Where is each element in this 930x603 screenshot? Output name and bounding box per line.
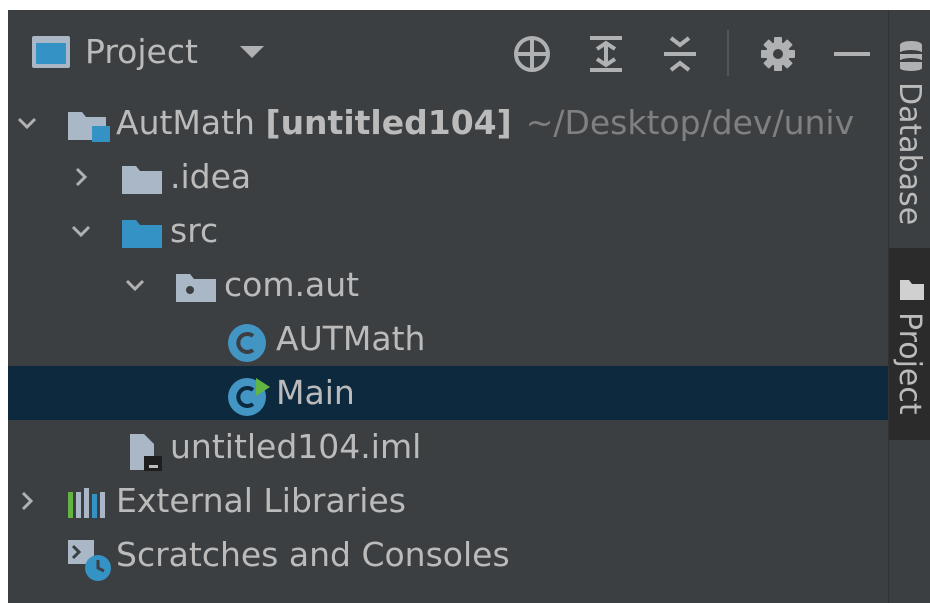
tree-row-iml[interactable]: untitled104.iml (8, 420, 888, 474)
chevron-right-icon[interactable] (16, 490, 38, 512)
src-label: src (170, 211, 219, 250)
tree-row-root[interactable]: AutMath [untitled104] ~/Desktop/dev/univ (8, 96, 888, 150)
tree-row-src[interactable]: src (8, 204, 888, 258)
tree-row-main[interactable]: Main (8, 366, 888, 420)
root-module-name: [untitled104] (265, 103, 512, 142)
chevron-down-icon[interactable] (16, 112, 38, 134)
project-header: Project (8, 10, 888, 94)
folder-icon (900, 280, 924, 300)
tree-row-idea[interactable]: .idea (8, 150, 888, 204)
collapse-all-icon[interactable] (658, 34, 702, 74)
settings-gear-icon[interactable] (756, 34, 800, 74)
runnable-class-icon (228, 378, 270, 416)
project-view-title[interactable]: Project (85, 32, 198, 72)
iml-file-icon (130, 434, 162, 471)
iml-label: untitled104.iml (170, 427, 422, 466)
database-icon (900, 41, 922, 71)
tree-row-package[interactable]: com.aut (8, 258, 888, 312)
project-tool-window: Project AutMath [untitled104] ~/Desktop/… (8, 10, 930, 603)
project-view-icon (32, 36, 70, 68)
database-tool-tab[interactable]: Database (889, 10, 930, 240)
database-tab-label: Database (892, 82, 927, 226)
package-icon (176, 274, 216, 302)
root-path: ~/Desktop/dev/univ (525, 103, 855, 142)
tree-row-scratches[interactable]: Scratches and Consoles (8, 528, 888, 582)
tree-row-external-libraries[interactable]: External Libraries (8, 474, 888, 528)
dropdown-arrow-icon[interactable] (240, 46, 264, 58)
chevron-right-icon[interactable] (70, 166, 92, 188)
chevron-down-icon[interactable] (124, 274, 146, 296)
locate-icon[interactable] (510, 34, 554, 74)
root-name: AutMath (116, 103, 255, 142)
module-folder-icon (68, 112, 110, 142)
library-icon (68, 488, 105, 518)
main-label: Main (276, 373, 355, 412)
java-class-icon (228, 324, 266, 362)
project-tool-tab[interactable]: Project (889, 248, 930, 440)
tree-row-autmath[interactable]: AUTMath (8, 312, 888, 366)
project-tab-label: Project (892, 312, 927, 415)
toolbar-separator (727, 30, 729, 76)
autmath-label: AUTMath (276, 319, 426, 358)
source-folder-icon (122, 220, 162, 248)
scratches-label: Scratches and Consoles (116, 535, 510, 574)
root-label: AutMath [untitled104] ~/Desktop/dev/univ (116, 104, 854, 142)
chevron-down-icon[interactable] (70, 220, 92, 242)
external-libraries-label: External Libraries (116, 481, 406, 520)
folder-icon (122, 166, 162, 194)
package-label: com.aut (224, 265, 360, 304)
hide-minus-icon[interactable] (830, 34, 874, 74)
expand-all-icon[interactable] (584, 34, 628, 74)
idea-label: .idea (170, 157, 252, 196)
right-tool-strip: Database Project (888, 10, 930, 603)
scratches-icon (68, 540, 111, 581)
